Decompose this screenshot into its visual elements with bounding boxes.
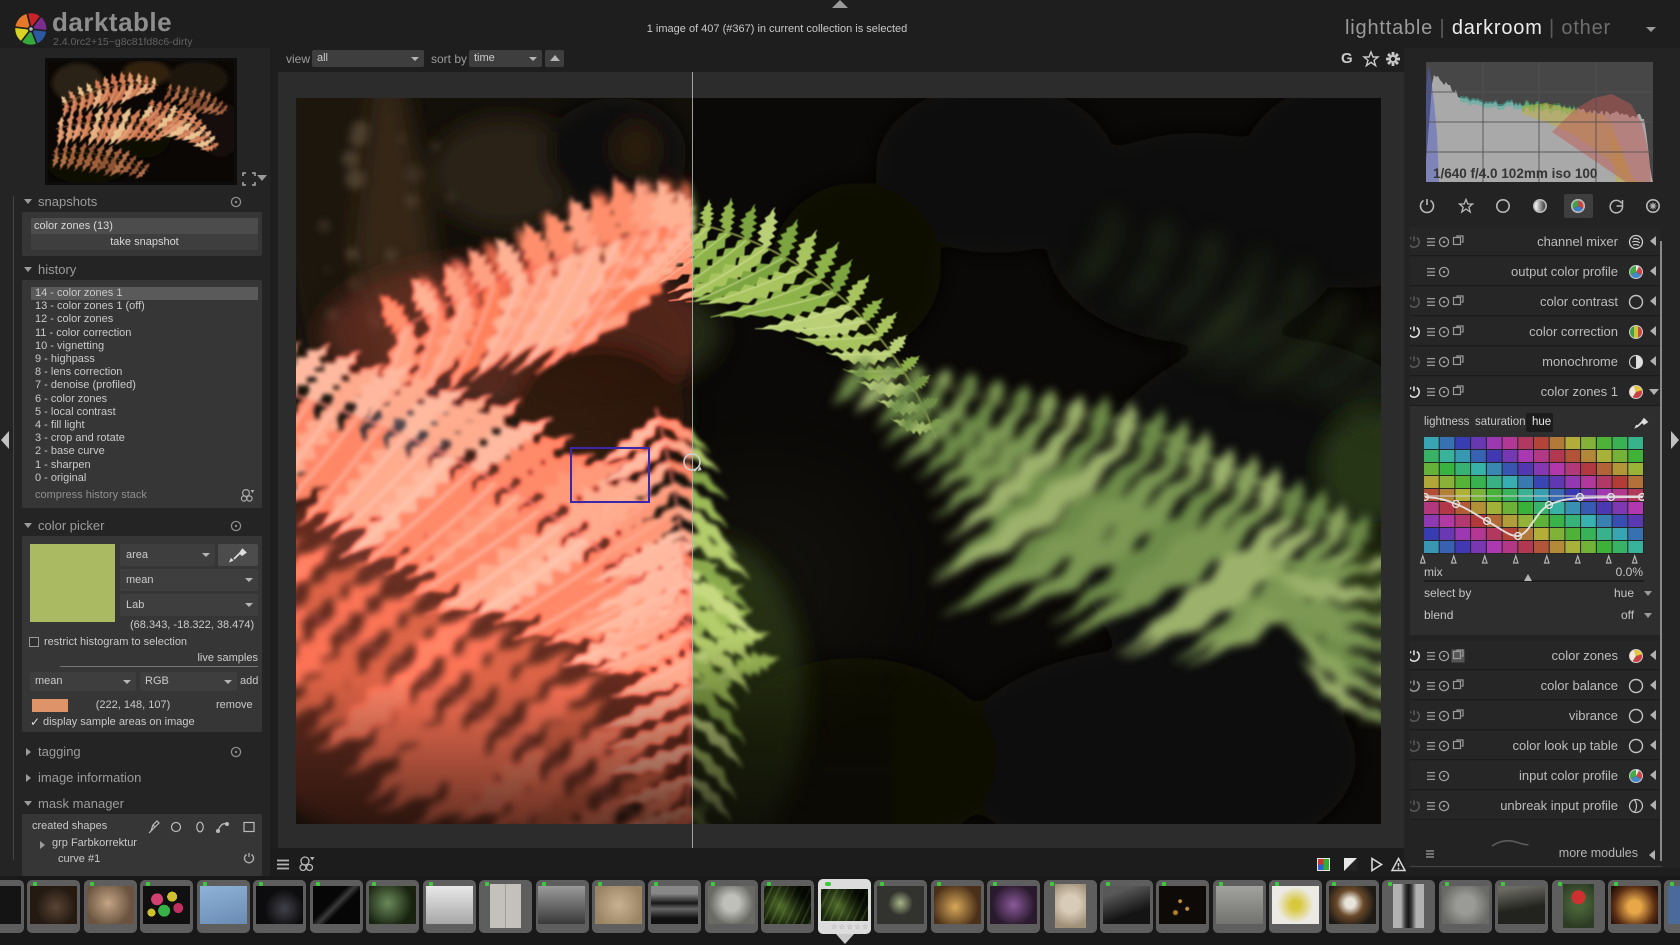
svg-text:1/640 f/4.0 102mm iso 100: 1/640 f/4.0 102mm iso 100 (1433, 166, 1597, 181)
